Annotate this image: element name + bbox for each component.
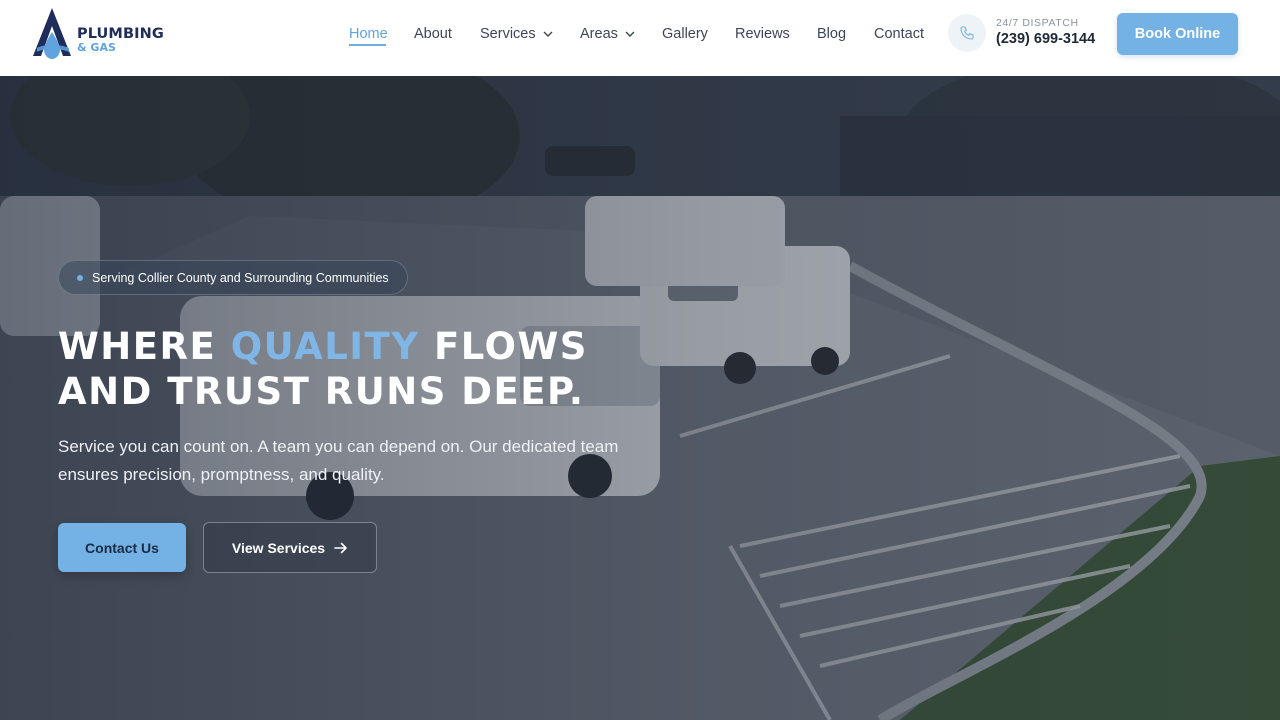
- hero-subtext: Service you can count on. A team you can…: [58, 437, 619, 484]
- nav-reviews[interactable]: Reviews: [735, 23, 790, 45]
- arrow-right-icon: [334, 542, 348, 554]
- service-area-badge-text: Serving Collier County and Surrounding C…: [92, 270, 389, 285]
- view-services-button[interactable]: View Services: [203, 522, 377, 573]
- headline-part1: WHERE: [58, 325, 231, 368]
- nav-home[interactable]: Home: [349, 23, 388, 45]
- nav-areas-label: Areas: [580, 26, 618, 42]
- nav-blog[interactable]: Blog: [817, 23, 846, 45]
- logo-name-line1: PLUMBING: [77, 26, 164, 42]
- logo[interactable]: PLUMBING & GAS: [33, 8, 173, 62]
- nav-services[interactable]: Services: [480, 23, 553, 45]
- nav-services-label: Services: [480, 26, 536, 42]
- view-services-label: View Services: [231, 539, 326, 556]
- dispatch-label: 24/7 DISPATCH: [996, 17, 1079, 29]
- book-online-button[interactable]: Book Online: [1117, 13, 1238, 55]
- headline-accent: QUALITY: [230, 325, 420, 368]
- site-header: PLUMBING & GAS Home About Services Areas…: [0, 0, 1280, 76]
- nav-active-indicator: [349, 44, 386, 46]
- chevron-down-icon: [543, 31, 553, 37]
- nav-about[interactable]: About: [414, 23, 452, 45]
- service-area-badge: Serving Collier County and Surrounding C…: [58, 260, 408, 295]
- dispatch-phone-link[interactable]: (239) 699-3144: [996, 31, 1095, 47]
- headline-part2: FLOWS: [419, 325, 588, 368]
- logo-mark-icon: [33, 8, 71, 59]
- chevron-down-icon: [625, 31, 635, 37]
- nav-areas[interactable]: Areas: [580, 23, 635, 45]
- contact-us-button[interactable]: Contact Us: [58, 523, 186, 572]
- hero-headline: WHERE QUALITY FLOWS AND TRUST RUNS DEEP.: [58, 324, 758, 414]
- headline-line2: AND TRUST RUNS DEEP.: [58, 370, 585, 413]
- phone-icon[interactable]: [948, 14, 986, 52]
- nav-gallery[interactable]: Gallery: [662, 23, 708, 45]
- logo-name-line2: & GAS: [77, 41, 116, 54]
- nav-contact[interactable]: Contact: [874, 23, 924, 45]
- hero-section: Serving Collier County and Surrounding C…: [0, 76, 1280, 720]
- badge-dot-icon: [77, 275, 83, 281]
